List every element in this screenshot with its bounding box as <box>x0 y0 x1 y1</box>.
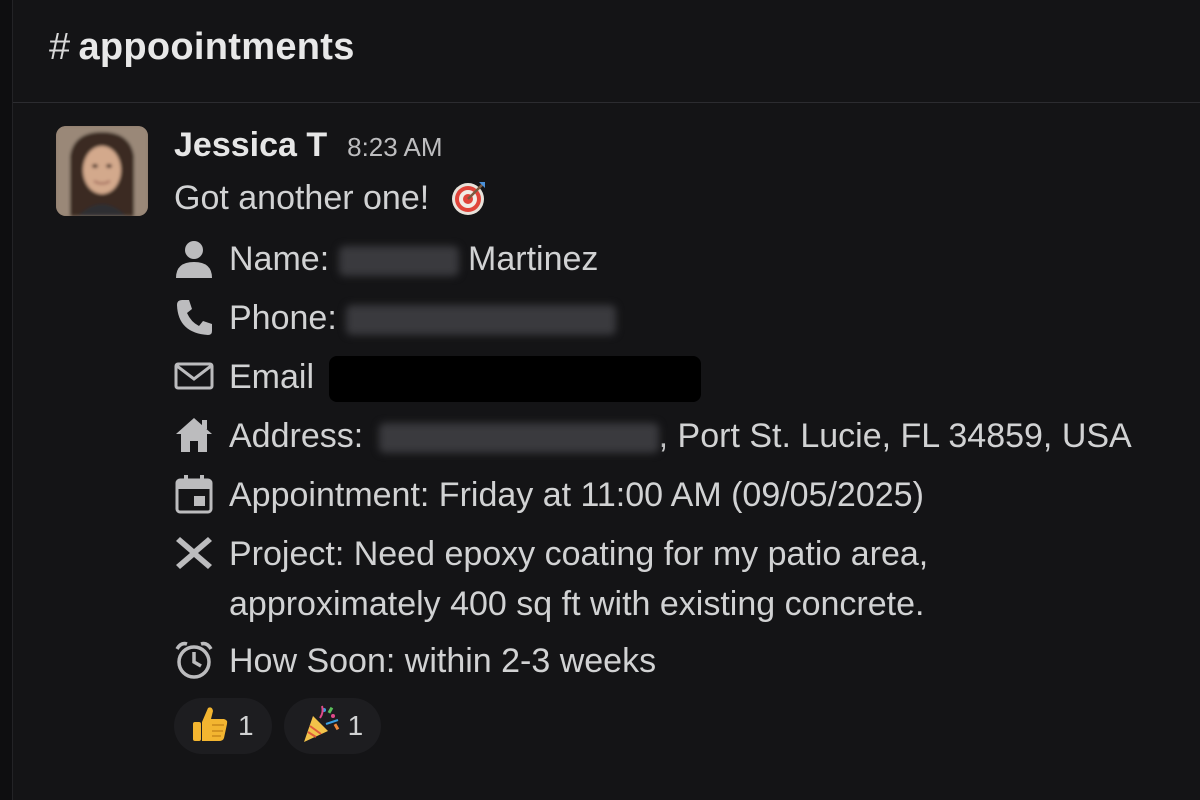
intro-text: Got another one! <box>174 178 430 217</box>
thumbs-up-icon <box>190 704 230 749</box>
envelope-icon <box>174 356 214 396</box>
timestamp[interactable]: 8:23 AM <box>347 132 442 163</box>
name-value: Martinez <box>468 240 599 278</box>
channel-name: appoointments <box>78 25 355 68</box>
name-label: Name: <box>229 240 330 278</box>
target-icon <box>449 178 489 218</box>
address-label: Address: <box>229 417 364 455</box>
avatar[interactable] <box>56 126 148 216</box>
channel-title[interactable]: # appoointments <box>49 26 355 69</box>
reaction-count: 1 <box>238 710 254 741</box>
channel-header: # appoointments <box>13 0 1200 103</box>
field-phone: Phone: <box>174 293 617 343</box>
party-popper-icon <box>300 704 340 749</box>
address-street-blurred <box>378 423 659 454</box>
how-soon-text: How Soon: within 2-3 weeks <box>229 642 657 680</box>
field-project: Project: Need epoxy coating for my patio… <box>174 529 928 629</box>
project-line-2: approximately 400 sq ft with existing co… <box>229 585 925 623</box>
field-address: Address: , Port St. Lucie, FL 34859, USA <box>174 411 1132 461</box>
field-how-soon: How Soon: within 2-3 weeks <box>174 636 656 686</box>
field-name: Name: Martinez <box>174 234 598 284</box>
address-value: , Port St. Lucie, FL 34859, USA <box>658 417 1132 455</box>
reactions-bar: 1 1 <box>174 698 382 754</box>
field-name-text: Name: Martinez <box>229 234 598 284</box>
field-address-text: Address: , Port St. Lucie, FL 34859, USA <box>229 411 1132 461</box>
appointment-text: Appointment: Friday at 11:00 AM (09/05/2… <box>229 476 924 514</box>
message-header: Jessica T 8:23 AM <box>174 126 1180 170</box>
email-redacted <box>329 356 702 403</box>
phone-icon <box>174 297 214 337</box>
calendar-icon <box>174 474 214 514</box>
project-line-1: Project: Need epoxy coating for my patio… <box>229 535 929 573</box>
project-text: Project: Need epoxy coating for my patio… <box>229 529 928 629</box>
slack-app: # appoointments Jessica T 8:23 AM Got an… <box>0 0 1200 800</box>
name-first-blurred <box>338 246 459 277</box>
reaction-party-popper[interactable]: 1 <box>283 698 382 754</box>
field-appointment: Appointment: Friday at 11:00 AM (09/05/2… <box>174 470 924 520</box>
reaction-count: 1 <box>347 710 364 741</box>
field-email: Email <box>174 352 702 403</box>
phone-blurred <box>346 305 617 336</box>
alarm-clock-icon <box>174 640 214 680</box>
field-phone-text: Phone: <box>229 293 617 343</box>
field-email-text: Email <box>229 352 702 403</box>
email-label: Email <box>229 358 315 396</box>
reaction-thumbs-up[interactable]: 1 <box>174 698 272 754</box>
channel-hash: # <box>49 25 71 68</box>
x-icon <box>174 533 214 573</box>
sidebar-edge <box>0 0 13 800</box>
phone-label: Phone: <box>229 299 337 337</box>
house-icon <box>174 415 214 455</box>
message-content: Jessica T 8:23 AM Got another one! Name:… <box>174 126 1180 754</box>
message-intro: Got another one! <box>174 178 489 218</box>
person-icon <box>174 238 214 278</box>
author-name[interactable]: Jessica T <box>174 126 327 165</box>
